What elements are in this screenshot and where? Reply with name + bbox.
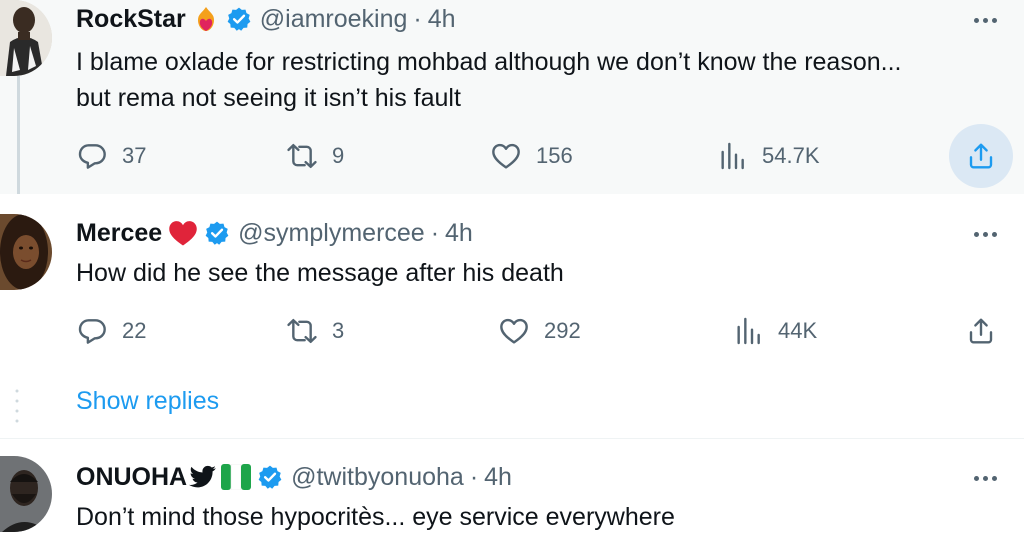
divider [0, 438, 1024, 439]
more-options-icon[interactable] [968, 10, 1002, 30]
thread-dots [15, 389, 19, 423]
share-button[interactable] [949, 124, 1013, 188]
tweet-text-line: but rema not seeing it isn’t his fault [76, 84, 461, 112]
verified-badge-icon [204, 220, 230, 246]
handle[interactable]: @iamroeking [260, 5, 408, 34]
bird-icon [189, 465, 217, 489]
tweet-onuoha[interactable]: ONUOHA @twitbyonuoha · 4h Don’t mind tho… [0, 440, 1024, 547]
views-icon [721, 142, 744, 170]
reply-icon [78, 144, 106, 169]
display-name[interactable]: ONUOHA [76, 463, 187, 492]
tweet-text: How did he see the message after his dea… [76, 255, 1006, 291]
reply-button[interactable]: 22 [76, 309, 146, 353]
tweet-text-line: How did he see the message after his dea… [76, 259, 564, 287]
views-count: 54.7K [762, 143, 820, 168]
verified-badge-icon [257, 464, 283, 490]
like-button[interactable]: 156 [490, 134, 573, 178]
share-icon [969, 143, 993, 169]
heart-icon [500, 318, 528, 344]
thread-line [17, 76, 20, 194]
handle[interactable]: @twitbyonuoha [291, 463, 464, 492]
tweet-text: Don’t mind those hypocritès... eye servi… [76, 499, 1006, 535]
repost-count: 9 [332, 143, 345, 168]
timestamp[interactable]: 4h [445, 219, 473, 248]
reply-count: 22 [122, 318, 147, 343]
share-icon [969, 318, 993, 344]
repost-button[interactable]: 9 [286, 134, 344, 178]
timestamp[interactable]: 4h [428, 5, 456, 34]
repost-icon [287, 319, 317, 343]
reply-button[interactable]: 37 [76, 134, 146, 178]
verified-badge-icon [226, 6, 252, 32]
tweet-text: I blame oxlade for restricting mohbad al… [76, 44, 1006, 116]
views-count: 44K [778, 318, 818, 343]
heart-icon [492, 143, 520, 169]
repost-button[interactable]: 3 [286, 309, 344, 353]
like-count: 292 [544, 318, 581, 343]
views-button[interactable]: 54.7K [716, 134, 820, 178]
timestamp[interactable]: 4h [484, 463, 512, 492]
repost-icon [287, 144, 317, 168]
separator: · [469, 462, 479, 491]
tweet-text-line: I blame oxlade for restricting mohbad al… [76, 48, 902, 76]
display-name[interactable]: Mercee [76, 219, 162, 248]
display-name[interactable]: RockStar [76, 5, 186, 34]
avatar[interactable] [0, 456, 52, 532]
repost-count: 3 [332, 318, 345, 343]
heart-on-fire-icon [192, 5, 220, 33]
handle[interactable]: @symplymercee [238, 219, 425, 248]
nigeria-flag-icon [221, 464, 252, 490]
tweet-mercee[interactable]: Mercee @symplymercee · 4h How did he see… [0, 194, 1024, 366]
separator: · [413, 4, 422, 33]
action-bar: 37 9 156 54.7K [76, 134, 1006, 178]
tweet-text-line: Don’t mind those hypocritès... eye servi… [76, 503, 675, 531]
like-button[interactable]: 292 [498, 309, 581, 353]
show-replies-link[interactable]: Show replies [76, 387, 219, 416]
action-bar: 22 3 292 44K [76, 309, 1006, 353]
red-heart-icon [168, 219, 198, 247]
more-options-icon[interactable] [968, 468, 1002, 488]
reply-count: 37 [122, 143, 147, 168]
separator: · [430, 218, 440, 247]
reply-icon [78, 319, 106, 344]
more-options-icon[interactable] [968, 224, 1002, 244]
avatar[interactable] [0, 0, 52, 76]
avatar[interactable] [0, 214, 52, 290]
views-icon [737, 317, 760, 345]
like-count: 156 [536, 143, 573, 168]
share-button[interactable] [949, 299, 1013, 363]
views-button[interactable]: 44K [732, 309, 817, 353]
tweet-rockstar[interactable]: RockStar @iamroeking · 4h I blame oxlade… [0, 0, 1024, 194]
